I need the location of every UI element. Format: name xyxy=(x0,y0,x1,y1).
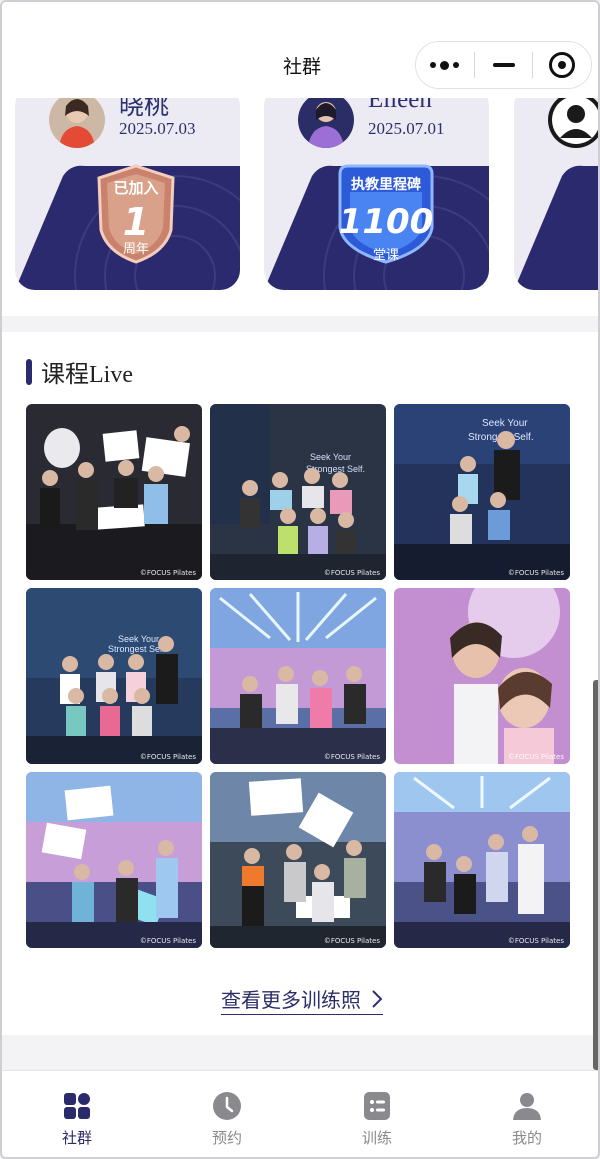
training-photo[interactable]: ©FOCUS Pilates xyxy=(26,772,202,948)
close-button[interactable] xyxy=(533,41,591,89)
milestone-date: 2025.07.01 xyxy=(368,119,445,138)
svg-text:Seek Your: Seek Your xyxy=(310,452,351,462)
coaching-milestone-badge: 执教里程碑 1100 堂课 xyxy=(336,164,436,264)
svg-text:Strongest Self: Strongest Self xyxy=(108,644,165,654)
milestone-card[interactable]: Elleen 2025.07.01 执教里程碑 1100 堂课 xyxy=(264,98,489,290)
more-dots-icon xyxy=(430,60,460,70)
section-divider xyxy=(2,316,598,332)
section-title: 课程Live xyxy=(41,362,133,388)
view-more-row: 查看更多训练照 xyxy=(2,984,598,1015)
svg-text:Seek Your: Seek Your xyxy=(118,634,159,644)
tab-label: 我的 xyxy=(511,1129,542,1147)
badge-value: 1100 xyxy=(338,202,434,242)
tab-label: 训练 xyxy=(361,1129,392,1147)
member-name: Elleen xyxy=(368,98,432,113)
course-live-section: 课程Live ©FOCUS Pilates Seek Your Stronges… xyxy=(2,332,598,1035)
avatar xyxy=(49,98,105,148)
watermark: ©FOCUS Pilates xyxy=(507,569,564,577)
training-photo[interactable]: ©FOCUS Pilates xyxy=(26,404,202,580)
watermark: ©FOCUS Pilates xyxy=(323,569,380,577)
svg-text:Seek Your: Seek Your xyxy=(482,418,528,429)
mini-program-capsule xyxy=(415,41,592,89)
milestone-cards-row: 晓桃 2025.07.03 已加入 1 周年 Elleen 2025.07.01… xyxy=(2,98,598,316)
avatar xyxy=(298,98,354,148)
community-icon xyxy=(64,1093,90,1119)
training-photo[interactable]: ©FOCUS Pilates xyxy=(210,588,386,764)
card-decoration xyxy=(514,165,598,290)
milestone-card[interactable]: 晓桃 2025.07.03 已加入 1 周年 xyxy=(15,98,240,290)
training-photo[interactable]: Seek Your Strongest Self. ©FOCUS Pilates xyxy=(210,404,386,580)
minus-icon xyxy=(492,63,515,67)
more-menu-button[interactable] xyxy=(416,41,474,89)
app-window: 社群 晓桃 2025.07.03 已加入 1 周年 Elleen 2025.07… xyxy=(0,0,600,1159)
anniversary-badge: 已加入 1 周年 xyxy=(95,164,177,264)
training-photo[interactable]: Seek Your Strongest Self ©FOCUS Pilates xyxy=(26,588,202,764)
watermark: ©FOCUS Pilates xyxy=(139,937,196,945)
target-close-icon xyxy=(549,52,576,78)
scrollbar[interactable] xyxy=(593,680,598,1070)
photo-grid: ©FOCUS Pilates Seek Your Strongest Self. xyxy=(26,404,570,948)
watermark: ©FOCUS Pilates xyxy=(139,569,196,577)
watermark: ©FOCUS Pilates xyxy=(323,753,380,761)
watermark: ©FOCUS Pilates xyxy=(139,753,196,761)
watermark: ©FOCUS Pilates xyxy=(507,937,564,945)
view-more-photos-link[interactable]: 查看更多训练照 xyxy=(221,984,383,1015)
view-more-label: 查看更多训练照 xyxy=(221,988,361,1012)
navigation-bar: 社群 xyxy=(2,2,598,98)
watermark: ©FOCUS Pilates xyxy=(323,937,380,945)
training-photo[interactable]: ©FOCUS Pilates xyxy=(210,772,386,948)
tab-training[interactable]: 训练 xyxy=(302,1071,452,1157)
badge-title: 执教里程碑 xyxy=(351,177,421,193)
tab-community[interactable]: 社群 xyxy=(2,1071,152,1157)
chevron-right-icon xyxy=(372,989,383,1008)
tab-profile[interactable]: 我的 xyxy=(452,1071,598,1157)
watermark: ©FOCUS Pilates xyxy=(507,753,564,761)
badge-title: 已加入 xyxy=(113,179,159,197)
bottom-tab-bar: 社群 预约 训练 我的 xyxy=(2,1070,598,1157)
milestone-date: 2025.07.03 xyxy=(119,119,196,138)
clock-icon xyxy=(213,1092,241,1120)
section-accent-bar xyxy=(26,358,32,385)
tab-label: 社群 xyxy=(61,1129,92,1147)
training-photo[interactable]: Seek Your Strongest Self. ©FOCUS Pilates xyxy=(394,404,570,580)
tab-label: 预约 xyxy=(211,1129,242,1147)
badge-unit: 周年 xyxy=(122,242,149,257)
minimize-button[interactable] xyxy=(475,41,533,89)
milestone-card[interactable] xyxy=(514,98,598,290)
avatar xyxy=(548,98,598,148)
training-photo[interactable]: ©FOCUS Pilates xyxy=(394,772,570,948)
training-photo[interactable]: ©FOCUS Pilates xyxy=(394,588,570,764)
profile-icon xyxy=(513,1093,541,1120)
section-header: 课程Live xyxy=(26,354,133,389)
tab-booking[interactable]: 预约 xyxy=(152,1071,302,1157)
training-icon xyxy=(364,1092,390,1120)
badge-unit: 堂课 xyxy=(372,248,399,263)
